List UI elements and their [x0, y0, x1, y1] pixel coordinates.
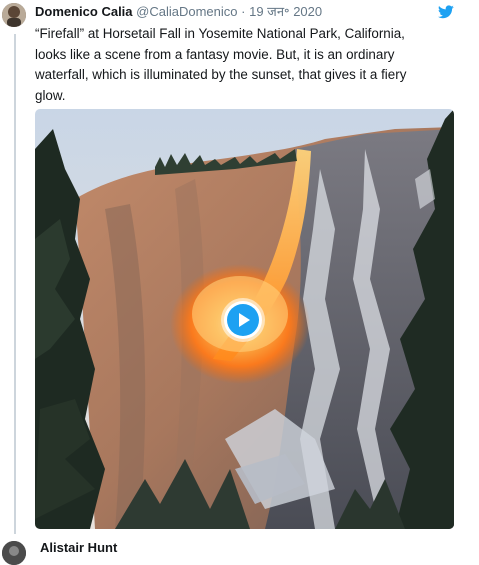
tweet-text: “Firefall” at Horsetail Fall in Yosemite…: [35, 26, 407, 103]
user-handle[interactable]: @CaliaDomenico: [136, 4, 237, 19]
play-icon: [239, 313, 250, 327]
next-tweet-avatar[interactable]: [2, 541, 26, 565]
thread-connector-line: [14, 34, 16, 534]
avatar[interactable]: [2, 3, 26, 27]
twitter-bird-icon[interactable]: [438, 5, 454, 19]
next-tweet-display-name[interactable]: Alistair Hunt: [40, 540, 117, 555]
tweet-date[interactable]: 19 जन॰ 2020: [249, 4, 322, 19]
display-name[interactable]: Domenico Calia: [35, 4, 133, 19]
video-thumbnail[interactable]: [35, 109, 454, 529]
tweet-header: Domenico Calia @CaliaDomenico · 19 जन॰ 2…: [35, 4, 322, 20]
play-button-circle: [227, 304, 259, 336]
tweet[interactable]: Domenico Calia @CaliaDomenico · 19 जन॰ 2…: [0, 0, 479, 565]
play-button[interactable]: [224, 301, 262, 339]
separator-dot: ·: [241, 4, 246, 19]
